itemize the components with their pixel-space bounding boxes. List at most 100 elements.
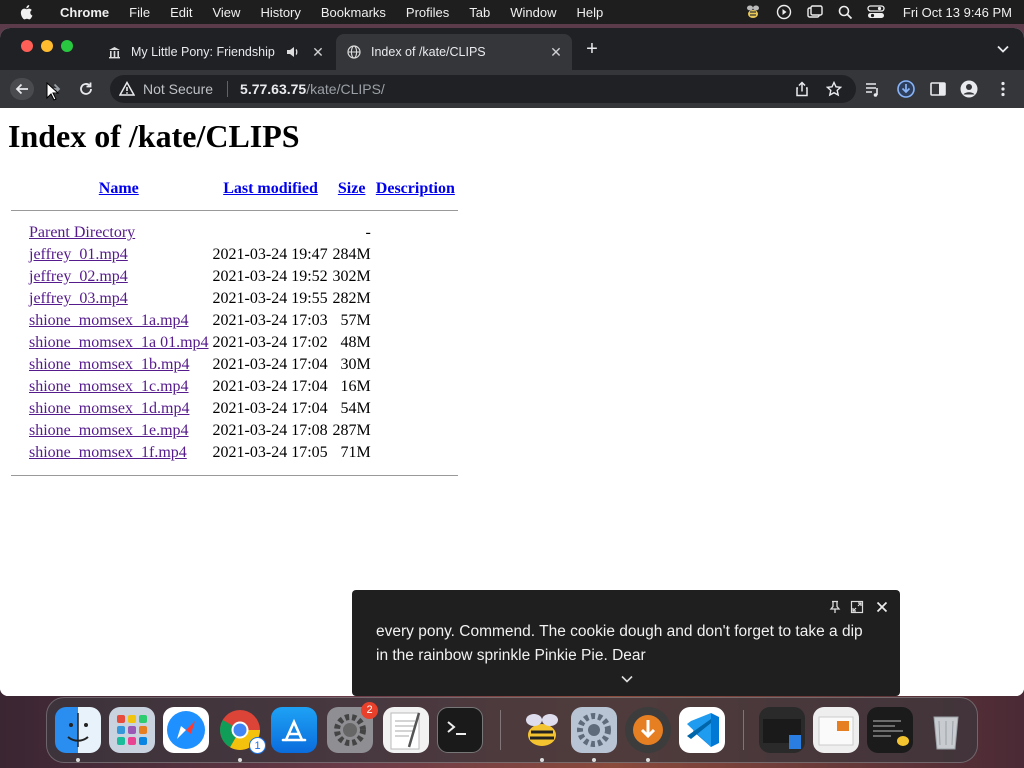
security-label[interactable]: Not Secure xyxy=(143,81,213,97)
menu-window[interactable]: Window xyxy=(510,5,556,20)
menu-tab[interactable]: Tab xyxy=(469,5,490,20)
finder-icon[interactable] xyxy=(55,707,101,753)
side-panel-icon[interactable] xyxy=(929,80,947,98)
downloader-app-icon[interactable] xyxy=(625,707,671,753)
sort-by-size-link[interactable]: Size xyxy=(338,180,366,197)
size-cell: 284M xyxy=(332,246,371,263)
play-status-icon[interactable] xyxy=(776,4,792,20)
file-link[interactable]: shione_momsex_1f.mp4 xyxy=(29,444,187,461)
speaker-icon[interactable] xyxy=(285,44,301,60)
share-icon[interactable] xyxy=(794,81,810,97)
menu-help[interactable]: Help xyxy=(577,5,604,20)
preferences-app-icon[interactable] xyxy=(571,707,617,753)
modified-cell: 2021-03-24 17:08 xyxy=(212,422,328,439)
spotlight-search-icon[interactable] xyxy=(838,5,853,20)
file-link[interactable]: shione_momsex_1c.mp4 xyxy=(29,378,189,395)
textedit-icon[interactable] xyxy=(383,707,429,753)
file-link[interactable]: shione_momsex_1a.mp4 xyxy=(29,312,189,329)
menu-app-name[interactable]: Chrome xyxy=(60,5,109,20)
download-icon[interactable] xyxy=(896,79,916,99)
recent-window-thumbnail-1[interactable] xyxy=(759,707,805,753)
parent-directory-link[interactable]: Parent Directory xyxy=(29,224,135,241)
row-icon-cell xyxy=(11,420,27,442)
tab-my-little-pony[interactable]: My Little Pony: Friendship ✕ xyxy=(96,34,334,70)
size-cell: 71M xyxy=(340,444,371,461)
menu-bookmarks[interactable]: Bookmarks xyxy=(321,5,386,20)
sort-by-name-link[interactable]: Name xyxy=(99,180,139,197)
recent-window-thumbnail-3[interactable] xyxy=(867,707,913,753)
vscode-icon[interactable] xyxy=(679,707,725,753)
control-center-icon[interactable] xyxy=(867,4,885,20)
name-cell: shione_momsex_1a 01.mp4 xyxy=(27,332,211,354)
description-cell xyxy=(373,310,458,332)
name-cell: jeffrey_02.mp4 xyxy=(27,266,211,288)
tab-close-icon[interactable]: ✕ xyxy=(310,44,326,60)
file-link[interactable]: shione_momsex_1d.mp4 xyxy=(29,400,189,417)
sort-by-description-link[interactable]: Description xyxy=(376,180,455,197)
recent-window-thumbnail-2[interactable] xyxy=(813,707,859,753)
row-icon-cell xyxy=(11,376,27,398)
modified-cell: 2021-03-24 19:52 xyxy=(212,268,328,285)
new-tab-button[interactable]: + xyxy=(582,39,602,60)
sort-by-modified-link[interactable]: Last modified xyxy=(223,180,318,197)
file-link[interactable]: jeffrey_02.mp4 xyxy=(29,268,128,285)
name-cell: shione_momsex_1f.mp4 xyxy=(27,442,211,464)
icon-column-header xyxy=(11,178,27,199)
system-settings-icon[interactable]: 2 xyxy=(327,702,378,753)
close-caption-icon[interactable] xyxy=(875,600,889,614)
name-cell: shione_momsex_1d.mp4 xyxy=(27,398,211,420)
menu-history[interactable]: History xyxy=(260,5,300,20)
menu-clock[interactable]: Fri Oct 13 9:46 PM xyxy=(903,5,1012,20)
profile-avatar-icon[interactable] xyxy=(960,80,978,98)
window-close-button[interactable] xyxy=(21,40,33,52)
more-menu-icon[interactable] xyxy=(994,80,1012,98)
window-minimize-button[interactable] xyxy=(41,40,53,52)
back-button[interactable] xyxy=(10,78,34,100)
menu-bar: Chrome File Edit View History Bookmarks … xyxy=(0,0,1024,24)
row-icon-cell xyxy=(11,222,27,244)
size-cell: 57M xyxy=(340,312,371,329)
chrome-icon[interactable]: 1 xyxy=(217,707,266,754)
app-store-icon[interactable] xyxy=(271,707,317,753)
menu-view[interactable]: View xyxy=(212,5,240,20)
modified-cell: 2021-03-24 19:55 xyxy=(212,290,328,307)
bee-app-icon[interactable] xyxy=(519,707,565,753)
running-indicator xyxy=(238,758,242,762)
expand-caption-icon[interactable] xyxy=(850,600,864,614)
description-cell xyxy=(373,244,458,266)
safari-icon[interactable] xyxy=(163,707,209,753)
table-row: shione_momsex_1d.mp4 2021-03-24 17:04 54M xyxy=(11,398,458,420)
tab-search-chevron-icon[interactable] xyxy=(996,42,1010,56)
file-link[interactable]: jeffrey_03.mp4 xyxy=(29,290,128,307)
pin-icon[interactable] xyxy=(828,600,842,614)
size-cell: 54M xyxy=(340,400,371,417)
launchpad-icon[interactable] xyxy=(109,707,155,753)
size-cell: 48M xyxy=(340,334,371,351)
bookmark-star-icon[interactable] xyxy=(826,81,842,97)
screens-status-icon[interactable] xyxy=(806,4,824,20)
file-link[interactable]: shione_momsex_1e.mp4 xyxy=(29,422,189,439)
apple-icon[interactable] xyxy=(18,3,36,21)
address-bar[interactable]: Not Secure 5.77.63.75/kate/CLIPS/ xyxy=(110,75,856,103)
chevron-down-icon[interactable] xyxy=(620,674,634,684)
description-cell xyxy=(373,266,458,288)
window-zoom-button[interactable] xyxy=(61,40,73,52)
file-link[interactable]: jeffrey_01.mp4 xyxy=(29,246,128,263)
dock: 1 2 xyxy=(46,697,978,763)
warning-triangle-icon[interactable] xyxy=(119,81,135,97)
file-link[interactable]: shione_momsex_1b.mp4 xyxy=(29,356,189,373)
parent-directory-row: Parent Directory - xyxy=(11,222,458,244)
terminal-icon[interactable] xyxy=(437,707,483,753)
file-link[interactable]: shione_momsex_1a 01.mp4 xyxy=(29,334,209,351)
bee-status-icon[interactable] xyxy=(744,4,762,20)
tab-index-kate-clips[interactable]: Index of /kate/CLIPS ✕ xyxy=(336,34,572,70)
menu-file[interactable]: File xyxy=(129,5,150,20)
reload-button[interactable] xyxy=(74,78,98,100)
media-playlist-icon[interactable] xyxy=(864,80,882,98)
tab-close-icon[interactable]: ✕ xyxy=(548,44,564,60)
size-cell: - xyxy=(365,224,371,241)
menu-profiles[interactable]: Profiles xyxy=(406,5,449,20)
menu-edit[interactable]: Edit xyxy=(170,5,192,20)
trash-icon[interactable] xyxy=(923,707,969,753)
description-cell xyxy=(373,288,458,310)
